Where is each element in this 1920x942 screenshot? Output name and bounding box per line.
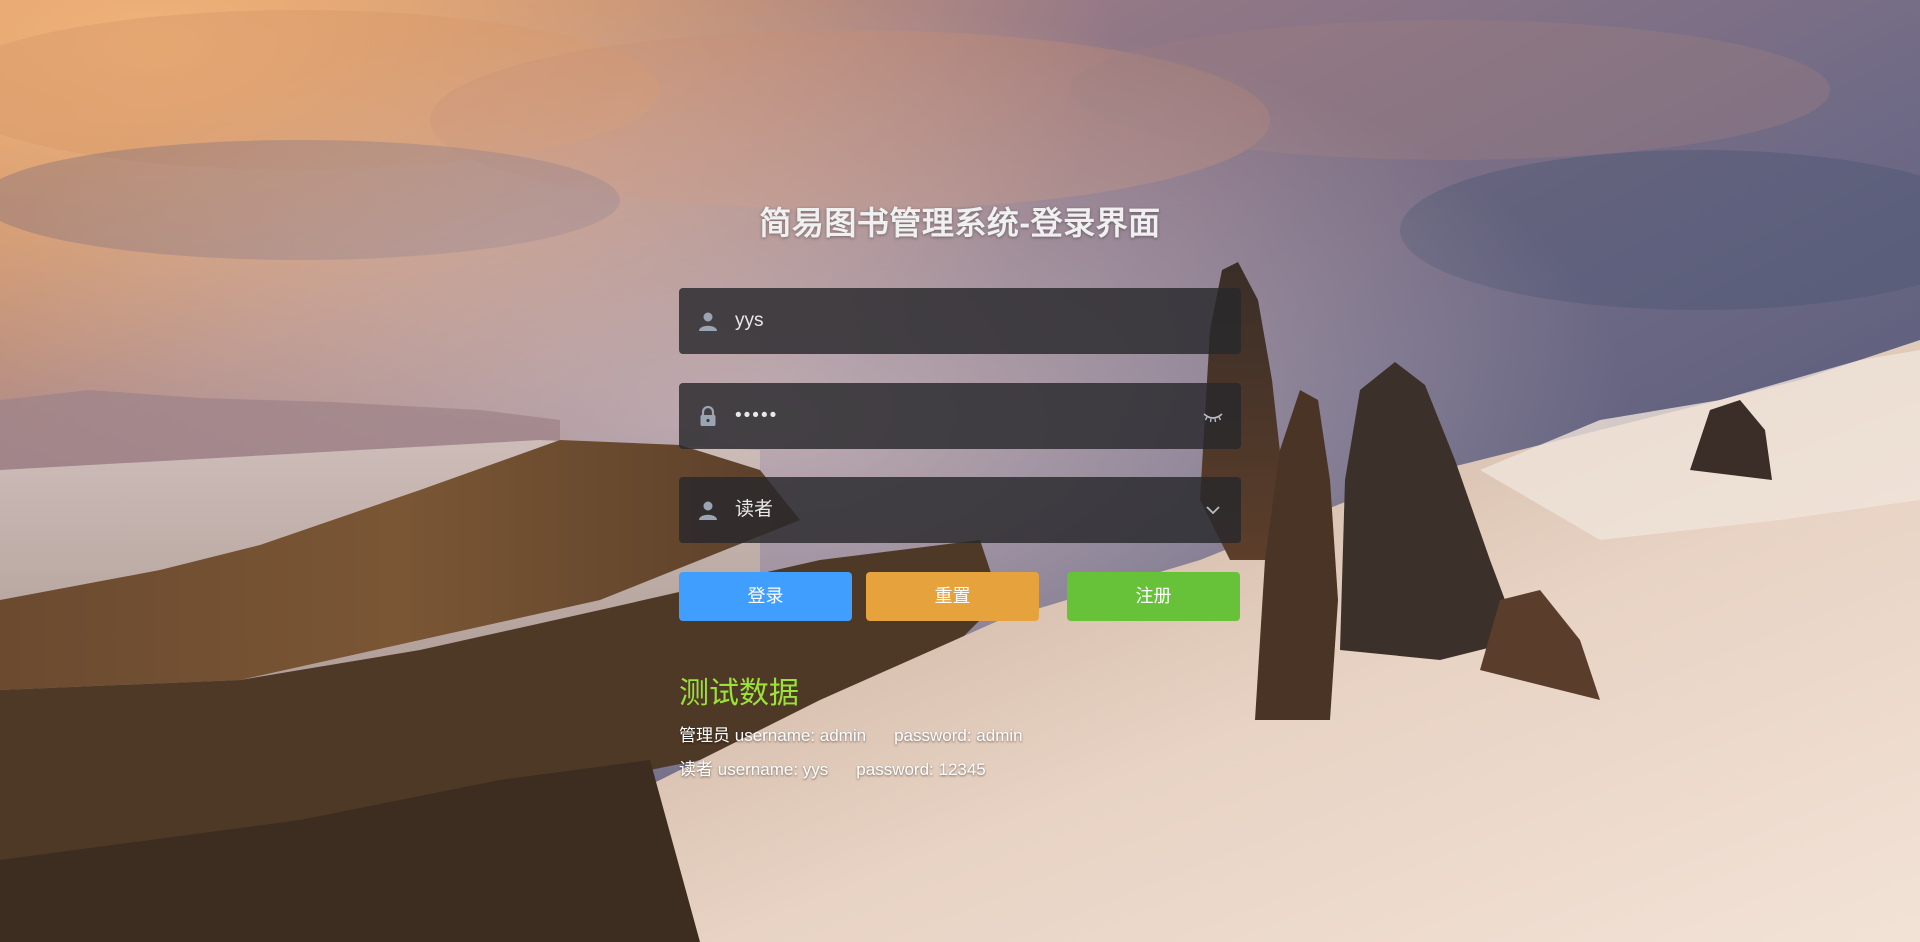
page-title: 简易图书管理系统-登录界面	[759, 205, 1161, 241]
password-input[interactable]: •••••	[735, 383, 778, 449]
test-data-reader: 读者 username: yys password: 12345	[679, 755, 986, 780]
reader-role-label: 读者	[679, 760, 713, 779]
chevron-down-icon[interactable]	[1201, 498, 1225, 522]
test-data-admin: 管理员 username: admin password: admin	[679, 721, 1023, 746]
lock-icon	[697, 405, 719, 427]
admin-password: password: admin	[894, 726, 1023, 745]
user-icon	[697, 499, 719, 521]
background-landscape	[0, 0, 1920, 942]
password-field[interactable]: •••••	[679, 383, 1241, 449]
reset-button[interactable]: 重置	[866, 572, 1039, 621]
test-data-title: 测试数据	[679, 677, 799, 710]
reader-password: password: 12345	[856, 760, 986, 779]
register-button[interactable]: 注册	[1067, 572, 1240, 621]
admin-username: username: admin	[734, 726, 867, 745]
login-button[interactable]: 登录	[679, 572, 852, 621]
role-select-value: 读者	[735, 499, 774, 520]
reader-username: username: yys	[717, 760, 829, 779]
username-input[interactable]: yys	[735, 288, 764, 354]
eye-closed-icon[interactable]	[1201, 404, 1225, 428]
username-field[interactable]: yys	[679, 288, 1241, 354]
user-icon	[697, 310, 719, 332]
admin-role-label: 管理员	[679, 726, 730, 745]
role-select[interactable]: 读者	[679, 477, 1241, 543]
